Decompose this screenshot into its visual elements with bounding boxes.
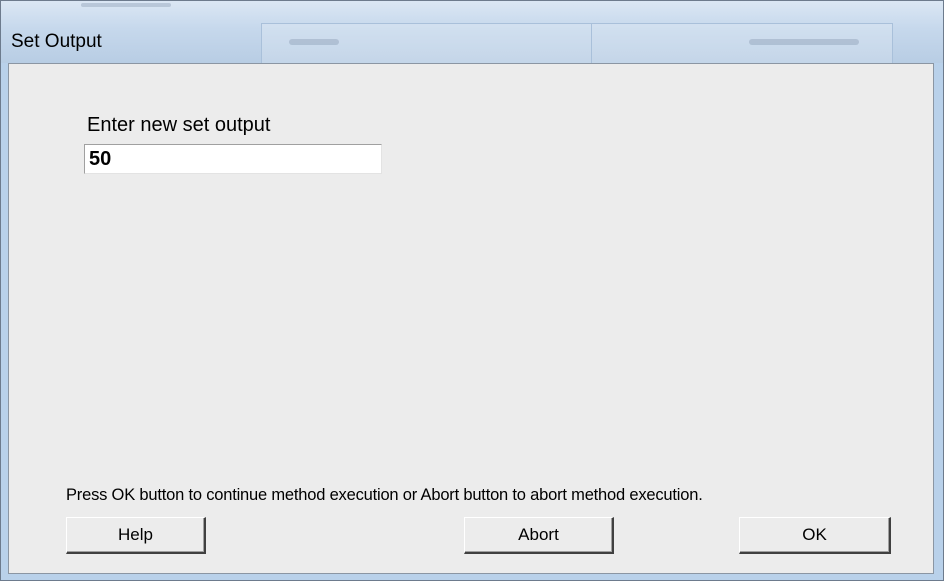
instruction-text: Press OK button to continue method execu…	[66, 486, 703, 504]
ghost-text-blur	[289, 39, 339, 45]
dialog-body: Enter new set output Press OK button to …	[8, 63, 934, 574]
set-output-input[interactable]	[84, 144, 382, 174]
abort-button[interactable]: Abort	[464, 517, 614, 554]
set-output-dialog: Set Output Enter new set output Press OK…	[0, 0, 944, 581]
background-window-ghost	[1, 1, 943, 63]
ok-button[interactable]: OK	[739, 517, 891, 554]
set-output-label: Enter new set output	[87, 114, 271, 136]
window-title: Set Output	[11, 31, 102, 52]
title-bar[interactable]: Set Output	[1, 1, 943, 63]
help-button[interactable]: Help	[66, 517, 206, 554]
ghost-text-blur	[81, 3, 171, 7]
ghost-text-blur	[749, 39, 859, 45]
